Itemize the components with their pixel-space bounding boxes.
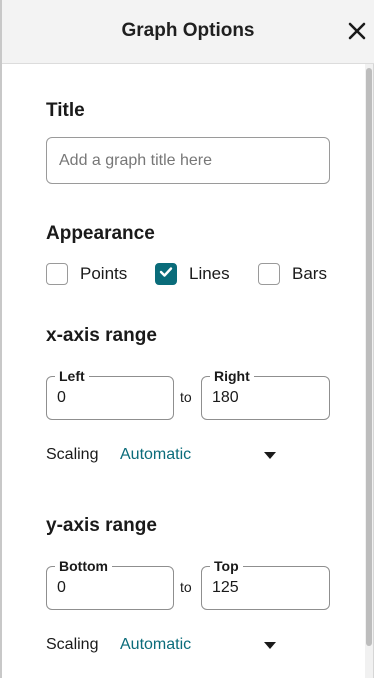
lines-label: Lines [189,264,230,283]
y-axis-range-heading: y-axis range [46,515,157,536]
x-scaling-dropdown[interactable]: Automatic [120,446,280,468]
x-to-label: to [180,389,192,405]
bars-checkbox[interactable] [258,263,280,285]
y-scaling-label: Scaling [46,636,99,653]
dropdown-arrow-icon [264,642,276,649]
y-top-field: Top [201,558,330,610]
bars-label: Bars [292,264,327,283]
x-left-input[interactable] [57,389,157,407]
bars-option[interactable]: Bars [258,262,327,286]
x-left-field: Left [46,368,174,420]
x-axis-range-heading: x-axis range [46,325,157,346]
lines-option[interactable]: Lines [155,262,230,286]
y-top-input[interactable] [212,579,312,597]
y-bottom-field: Bottom [46,558,174,610]
x-scaling-label: Scaling [46,446,99,463]
graph-options-panel: Graph Options Title Appearance Points [0,0,374,678]
checkmark-icon [159,265,173,283]
title-section-heading: Title [46,100,85,121]
x-right-input[interactable] [212,389,312,407]
graph-title-input[interactable] [46,137,330,184]
x-right-field: Right [201,368,330,420]
panel-header: Graph Options [2,0,374,64]
scrollbar-thumb[interactable] [366,68,372,646]
close-button[interactable] [346,20,368,42]
y-bottom-input[interactable] [57,579,157,597]
lines-checkbox[interactable] [155,263,177,285]
y-bottom-label: Bottom [55,558,112,574]
x-scaling-value: Automatic [120,446,192,463]
close-icon [346,20,368,42]
y-scaling-value: Automatic [120,636,192,653]
points-label: Points [80,264,128,283]
dropdown-arrow-icon [264,452,276,459]
points-option[interactable]: Points [46,262,127,286]
x-right-label: Right [210,368,254,384]
points-checkbox[interactable] [46,263,68,285]
panel-title: Graph Options [121,20,255,41]
appearance-heading: Appearance [46,223,155,244]
y-scaling-dropdown[interactable]: Automatic [120,636,280,658]
y-to-label: to [180,579,192,595]
x-left-label: Left [55,368,89,384]
y-top-label: Top [210,558,243,574]
